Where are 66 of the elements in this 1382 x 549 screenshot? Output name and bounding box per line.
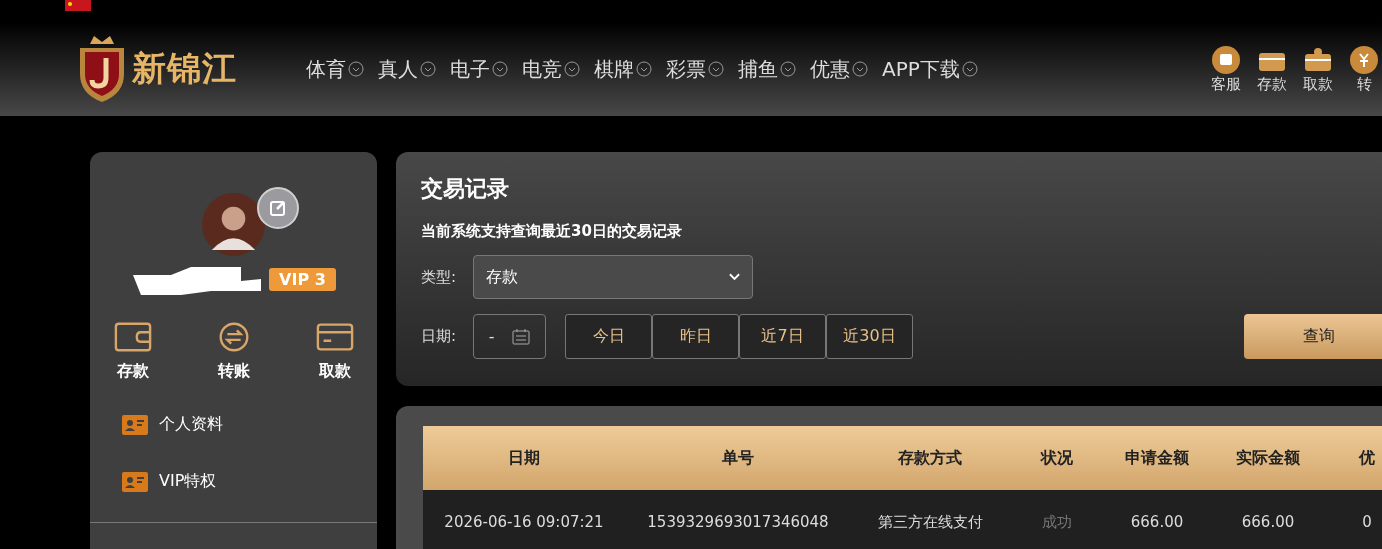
date-field[interactable]: -: [473, 314, 546, 359]
card-icon: [315, 321, 354, 353]
range-button[interactable]: 昨日: [652, 314, 739, 359]
table-cell-text: 成功: [1041, 512, 1073, 532]
chevron-down-icon: [780, 61, 796, 77]
yuan-coin-icon: [1349, 44, 1379, 75]
range-button[interactable]: 近7日: [739, 314, 826, 359]
column-header: 日期: [507, 447, 541, 469]
column-header: 申请金额: [1124, 447, 1190, 469]
nav-link[interactable]: 电子: [450, 55, 508, 83]
column-header: 存款方式: [897, 447, 963, 469]
chevron-down-icon: [852, 61, 868, 77]
edit-icon: [268, 198, 288, 218]
menu-item[interactable]: 个人资料: [122, 414, 377, 435]
table-cell-text: 2026-06-16 09:07:21: [443, 513, 605, 531]
wallet-action[interactable]: 存款: [113, 321, 152, 382]
column-header: 状况: [1039, 447, 1074, 469]
chevron-down-icon: [961, 61, 978, 77]
quick-link[interactable]: 客服: [1208, 44, 1244, 94]
column-header: 优: [1357, 447, 1376, 469]
quick-link[interactable]: 取款: [1300, 44, 1336, 94]
nav-link[interactable]: 彩票: [666, 55, 724, 83]
edit-button[interactable]: [257, 187, 299, 229]
quick-link[interactable]: 转: [1346, 44, 1382, 94]
table-cell-text: 666.00: [1129, 513, 1185, 531]
chevron-down-icon: [564, 61, 580, 77]
wallet-icon: [113, 321, 152, 353]
table-cell-text: 666.00: [1240, 513, 1296, 531]
nav-link[interactable]: 体育: [306, 55, 364, 83]
table-cell-text: 第三方在线支付: [876, 512, 984, 532]
menu-item[interactable]: VIP特权: [122, 471, 377, 492]
field-label: 日期:: [421, 327, 458, 346]
query-button[interactable]: 查询: [1244, 314, 1382, 359]
wallet-action[interactable]: 取款: [315, 321, 354, 382]
quick-link[interactable]: 存款: [1254, 44, 1290, 94]
chat-icon: [1211, 44, 1241, 75]
chevron-down-icon: [636, 61, 652, 77]
flag-icon: [65, 0, 91, 11]
brand-name: 新锦江: [132, 47, 237, 90]
column-header: 单号: [721, 447, 755, 469]
id-card-icon: [122, 471, 148, 492]
nav-link[interactable]: 电竞: [522, 55, 580, 83]
nav-link[interactable]: 真人: [378, 55, 436, 83]
nav-link[interactable]: 优惠: [810, 55, 868, 83]
type-select[interactable]: 存款: [473, 255, 753, 299]
field-label: 类型:: [421, 267, 458, 287]
page-title: 交易记录: [421, 175, 510, 203]
avatar: [202, 193, 265, 256]
column-header: 实际金额: [1235, 447, 1301, 469]
chevron-down-icon: [348, 61, 364, 77]
chevron-down-icon: [492, 61, 508, 77]
table-cell-text: 1539329693017346048: [646, 513, 830, 531]
vip-badge: VIP 3: [269, 267, 336, 291]
table-cell-text: 0: [1361, 513, 1373, 531]
nav-link[interactable]: 捕鱼: [738, 55, 796, 83]
chevron-down-icon: [420, 61, 436, 77]
wallet-action[interactable]: 转账: [214, 321, 253, 382]
nav-link[interactable]: 棋牌: [594, 55, 652, 83]
notice-text: 当前系统支持查询最近30日的交易记录: [421, 222, 683, 241]
range-button[interactable]: 今日: [565, 314, 652, 359]
range-button[interactable]: 近30日: [826, 314, 913, 359]
calendar-icon: [512, 328, 531, 345]
id-card-icon: [122, 414, 148, 435]
caret-icon: [729, 273, 740, 281]
nav-link[interactable]: APP下载: [882, 55, 978, 83]
chevron-down-icon: [708, 61, 724, 77]
